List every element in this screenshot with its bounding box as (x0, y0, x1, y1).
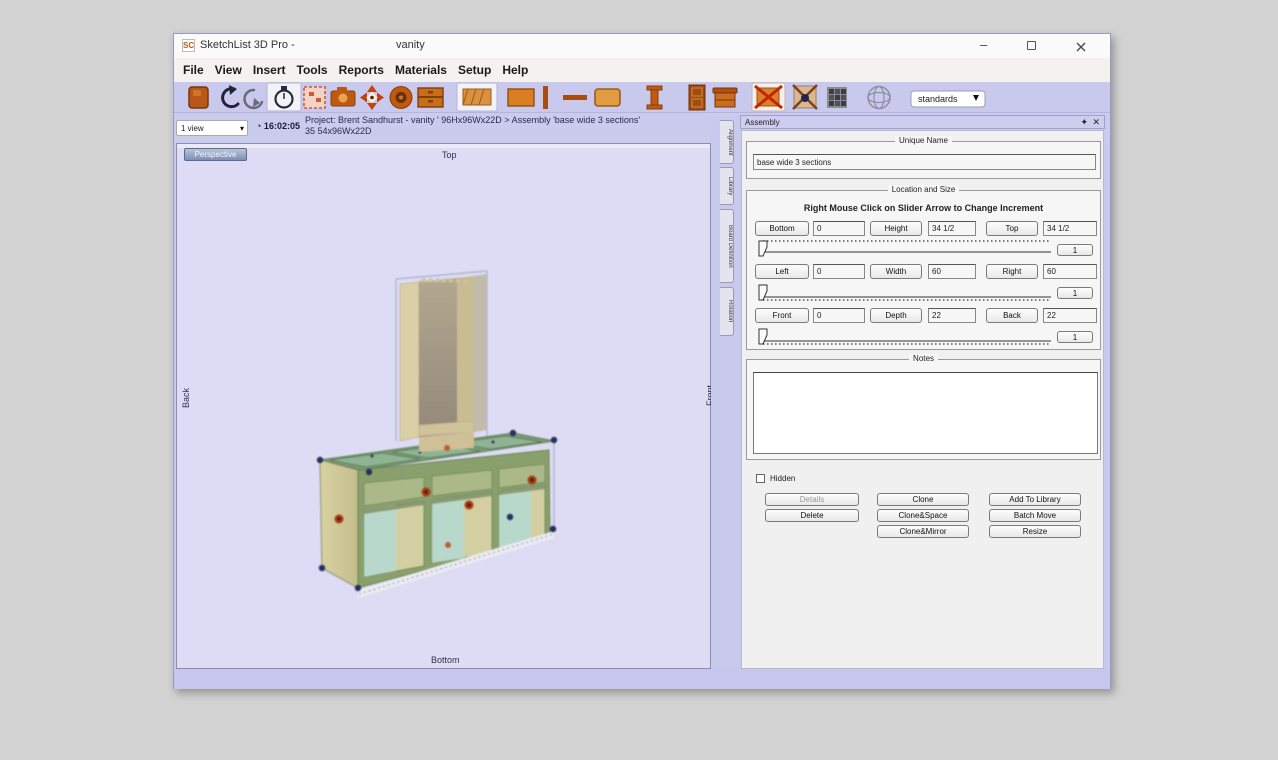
svg-text:standards: standards (918, 94, 958, 104)
